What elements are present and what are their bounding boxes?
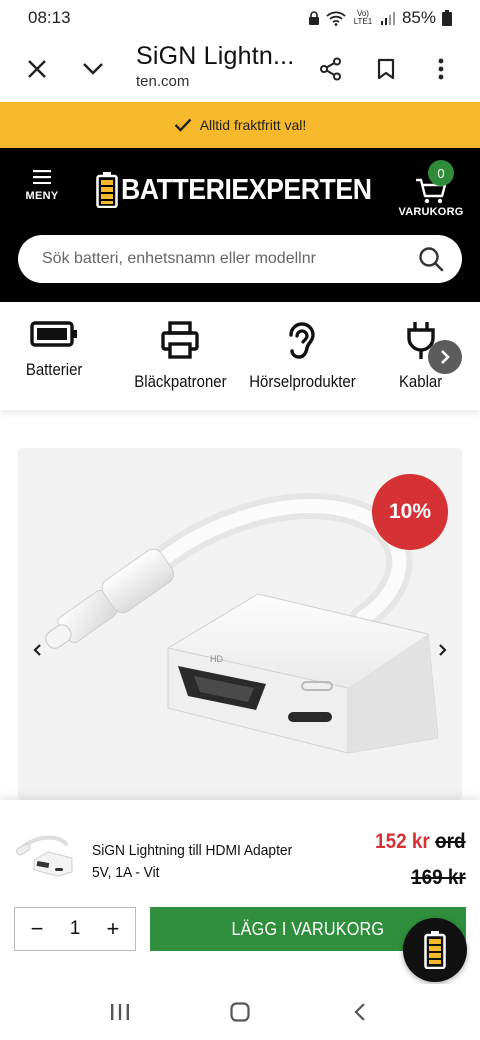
minimize-button[interactable] <box>73 49 113 89</box>
battery-status-icon <box>442 10 452 26</box>
search-input[interactable] <box>42 250 418 268</box>
search-bar[interactable] <box>18 235 462 283</box>
price-value: 152 kr <box>375 830 431 853</box>
category-label: Bläckpatroner <box>134 372 227 391</box>
quantity-decrease-button[interactable]: − <box>25 916 49 942</box>
home-icon <box>230 1002 250 1022</box>
printer-icon <box>161 321 200 359</box>
status-bar: 08:13 Vo) LTE1 85% <box>0 0 480 36</box>
category-scroll-next-button[interactable] <box>428 340 462 374</box>
cart-count-badge: 0 <box>428 160 454 186</box>
promo-banner: Alltid fraktfritt val! <box>0 102 480 148</box>
status-time: 08:13 <box>28 8 71 27</box>
category-label: Hörselprodukter <box>249 372 356 391</box>
site-header: MENY BATTERIEXPERTEN 0 VARUKORG <box>0 148 480 302</box>
page-title: SiGN Lightn... <box>136 42 295 70</box>
chat-button[interactable] <box>403 918 467 982</box>
more-options-button[interactable] <box>421 49 461 89</box>
lock-icon <box>308 11 319 25</box>
menu-label: MENY <box>25 190 59 202</box>
quantity-value[interactable]: 1 <box>70 918 81 940</box>
close-tab-button[interactable] <box>17 49 57 89</box>
bookmark-button[interactable] <box>366 49 406 89</box>
category-horselprodukter[interactable]: Hörselprodukter <box>242 320 363 392</box>
bookmark-icon <box>377 58 395 80</box>
category-label: Batterier <box>25 360 83 379</box>
product-name: SiGN Lightning till HDMI Adapter 5V, 1A … <box>92 842 293 881</box>
category-bar: Batterier Bläckpatroner Hörselprodukter … <box>0 302 480 410</box>
battery-chat-icon <box>424 931 446 969</box>
back-button[interactable] <box>340 992 380 1032</box>
hd-label: HD <box>210 654 223 664</box>
share-button[interactable] <box>311 49 351 89</box>
browser-toolbar: SiGN Lightn... ten.com <box>0 36 480 102</box>
quantity-increase-button[interactable]: + <box>101 916 125 942</box>
menu-button[interactable]: MENY <box>18 170 66 202</box>
battery-percent: 85% <box>401 8 436 27</box>
category-blackpatroner[interactable]: Bläckpatroner <box>128 320 233 392</box>
chevron-down-icon <box>83 63 103 75</box>
price-old: 169 kr <box>411 866 466 889</box>
battery-icon <box>30 321 78 347</box>
recent-apps-button[interactable] <box>100 992 140 1032</box>
site-logo[interactable]: BATTERIEXPERTEN <box>96 172 393 208</box>
gallery-next-button[interactable] <box>426 634 458 666</box>
ear-icon <box>289 322 316 359</box>
signal-icon <box>380 12 395 25</box>
price-current: 152 kr ord <box>375 830 466 854</box>
wifi-icon <box>326 11 346 26</box>
add-to-cart-label: LÄGG I VARUKORG <box>231 918 385 939</box>
close-icon <box>28 60 46 78</box>
chevron-right-icon <box>439 644 447 656</box>
price-ord-label: ord <box>435 830 466 853</box>
category-label: Kablar <box>398 372 443 391</box>
search-icon[interactable] <box>418 246 444 272</box>
status-icons: Vo) LTE1 85% <box>308 8 452 28</box>
recent-apps-icon <box>111 1004 129 1020</box>
page-title-block[interactable]: SiGN Lightn... ten.com <box>136 42 306 90</box>
gallery-prev-button[interactable] <box>22 634 54 666</box>
product-image-gallery[interactable]: HD 10% <box>18 448 462 800</box>
quantity-stepper: − 1 + <box>14 907 136 951</box>
category-batterier[interactable]: Batterier <box>22 320 86 380</box>
more-vertical-icon <box>438 58 444 80</box>
back-icon <box>354 1003 365 1021</box>
page-url: ten.com <box>136 73 190 90</box>
battery-logo-icon <box>96 172 118 208</box>
logo-text: BATTERIEXPERTEN <box>121 173 372 206</box>
hamburger-icon <box>33 170 51 184</box>
network-label: Vo) LTE1 <box>353 9 373 26</box>
share-icon <box>320 57 341 81</box>
home-button[interactable] <box>220 992 260 1032</box>
discount-badge: 10% <box>372 474 448 550</box>
chevron-right-icon <box>441 350 450 364</box>
system-nav-bar <box>0 984 480 1040</box>
checkmark-icon <box>174 118 192 132</box>
cart-label: VARUKORG <box>398 206 464 218</box>
promo-text: Alltid fraktfritt val! <box>199 117 307 133</box>
cart-button[interactable]: 0 VARUKORG <box>398 160 464 218</box>
chevron-left-icon <box>33 644 41 656</box>
product-thumbnail <box>16 835 73 877</box>
